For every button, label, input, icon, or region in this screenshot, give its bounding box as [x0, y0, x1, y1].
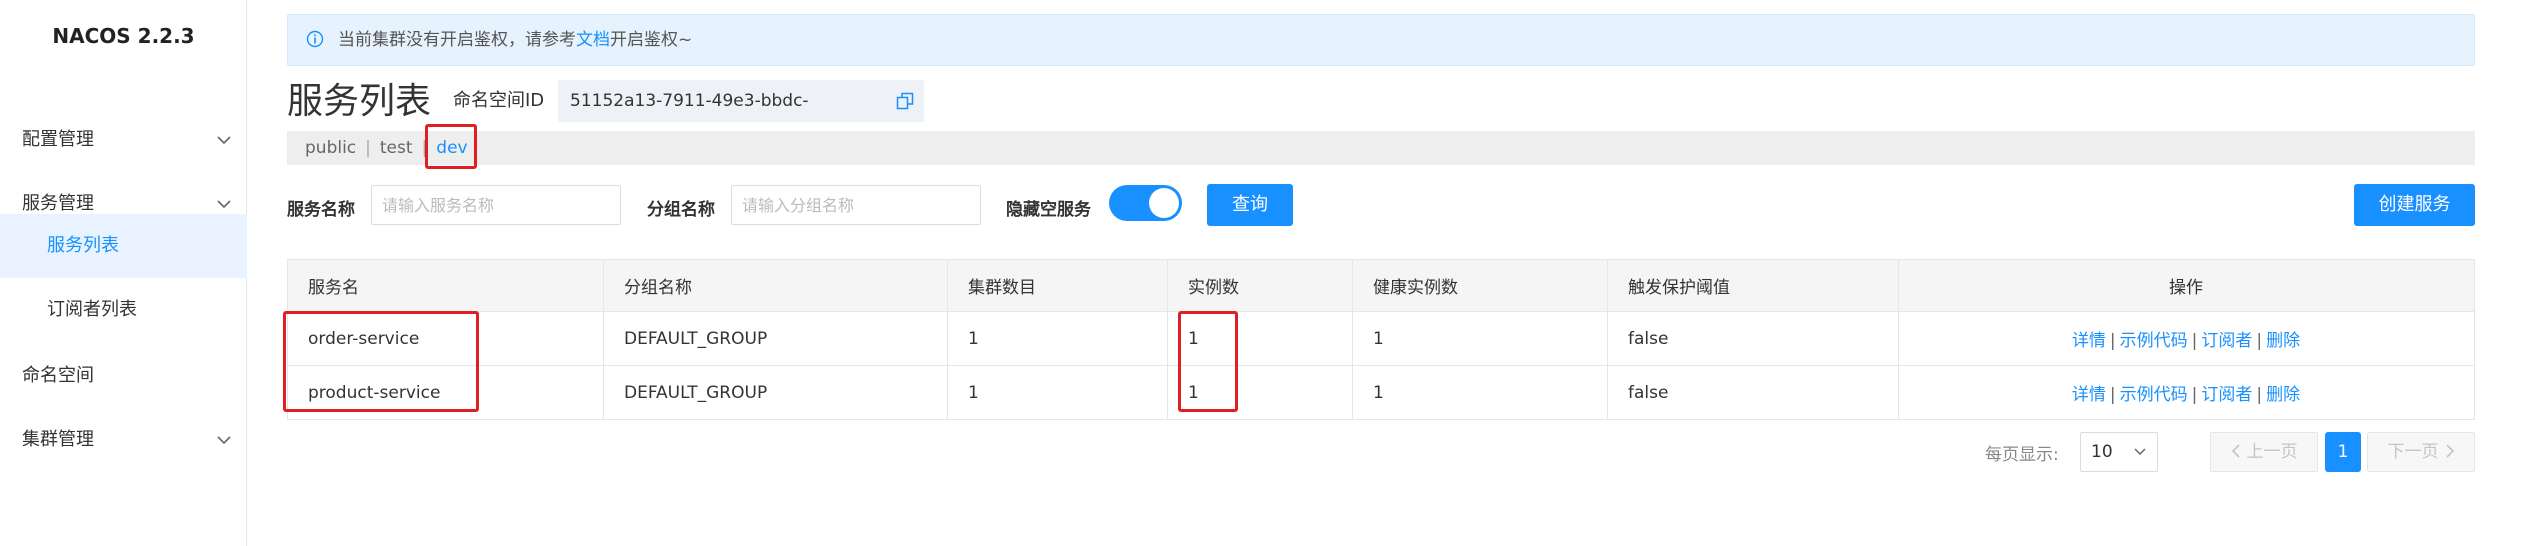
action-separator: |: [2109, 385, 2116, 405]
sidebar-item-service-list[interactable]: 服务列表: [0, 214, 247, 278]
cell-operations: 详情 | 示例代码 | 订阅者 | 删除: [1898, 365, 2475, 420]
next-page-button[interactable]: 下一页: [2367, 432, 2475, 472]
group-name-input[interactable]: [731, 185, 981, 225]
toggle-knob: [1149, 188, 1179, 218]
namespace-tab-public[interactable]: public: [305, 138, 356, 158]
action-separator: |: [2256, 331, 2263, 351]
sidebar: NACOS 2.2.3 配置管理 服务管理 服务列表 订阅者列表 命名空间 集群…: [0, 0, 247, 546]
sidebar-item-namespace[interactable]: 命名空间: [0, 344, 247, 408]
hide-empty-services-toggle[interactable]: [1109, 185, 1182, 221]
action-separator: |: [2109, 331, 2116, 351]
create-service-button[interactable]: 创建服务: [2354, 184, 2475, 226]
group-name-label: 分组名称: [647, 200, 715, 220]
sidebar-item-label: 配置管理: [22, 129, 94, 150]
subscribers-link[interactable]: 订阅者: [2201, 385, 2252, 405]
cell-cluster-count: 1: [947, 365, 1168, 420]
cell-protect-threshold: false: [1607, 365, 1899, 420]
notice-text: 当前集群没有开启鉴权，请参考: [338, 30, 576, 50]
sample-code-link[interactable]: 示例代码: [2120, 385, 2188, 405]
notice-text-end: 开启鉴权~: [610, 30, 693, 50]
action-separator: |: [2256, 385, 2263, 405]
service-table: 服务名 分组名称 集群数目 实例数 健康实例数 触发保护阈值 操作 order-…: [287, 259, 2475, 420]
action-separator: |: [2191, 385, 2198, 405]
service-name-label: 服务名称: [287, 200, 355, 220]
highlight-box-service-names: [283, 311, 479, 412]
namespace-id-label: 命名空间ID: [453, 90, 545, 111]
subscribers-link[interactable]: 订阅者: [2201, 331, 2252, 351]
namespace-separator: |: [365, 138, 371, 158]
cell-protect-threshold: false: [1607, 311, 1899, 366]
sample-code-link[interactable]: 示例代码: [2120, 331, 2188, 351]
col-header-protect-threshold: 触发保护阈值: [1607, 259, 1899, 312]
table-row: product-service DEFAULT_GROUP 1 1 1 fals…: [287, 365, 2475, 420]
chevron-down-icon: [217, 436, 231, 445]
details-link[interactable]: 详情: [2072, 385, 2106, 405]
chevron-right-icon: [2445, 444, 2454, 458]
cell-group-name: DEFAULT_GROUP: [603, 311, 948, 366]
chevron-left-icon: [2231, 444, 2240, 458]
cell-group-name: DEFAULT_GROUP: [603, 365, 948, 420]
page-size-select[interactable]: 10: [2080, 432, 2158, 472]
highlight-box-instance-counts: [1178, 311, 1238, 412]
cell-healthy-instances: 1: [1352, 365, 1608, 420]
copy-icon[interactable]: [896, 92, 914, 110]
delete-link[interactable]: 删除: [2266, 385, 2300, 405]
sidebar-item-cluster-management[interactable]: 集群管理: [0, 408, 247, 472]
sidebar-item-label: 命名空间: [22, 365, 94, 386]
delete-link[interactable]: 删除: [2266, 331, 2300, 351]
page-size-label: 每页显示:: [1985, 445, 2059, 465]
namespace-tab-test[interactable]: test: [380, 138, 413, 158]
app-logo: NACOS 2.2.3: [52, 24, 195, 48]
service-name-input[interactable]: [371, 185, 621, 225]
cell-operations: 详情 | 示例代码 | 订阅者 | 删除: [1898, 311, 2475, 366]
sidebar-item-label: 订阅者列表: [47, 299, 137, 320]
col-header-group-name: 分组名称: [603, 259, 948, 312]
col-header-instance-count: 实例数: [1167, 259, 1353, 312]
chevron-down-icon: [217, 136, 231, 145]
col-header-healthy-instances: 健康实例数: [1352, 259, 1608, 312]
next-page-label: 下一页: [2387, 442, 2439, 462]
query-button[interactable]: 查询: [1207, 184, 1293, 226]
sidebar-item-label: 服务管理: [22, 193, 94, 214]
sidebar-item-label: 服务列表: [47, 235, 119, 256]
page-button-current[interactable]: 1: [2325, 432, 2361, 472]
info-icon: [306, 30, 324, 48]
action-separator: |: [2191, 331, 2198, 351]
namespace-tabs: public | test | dev: [287, 131, 2475, 165]
cell-cluster-count: 1: [947, 311, 1168, 366]
highlight-box-namespace-dev: [425, 124, 477, 169]
col-header-operations: 操作: [1898, 259, 2475, 312]
page-size-value: 10: [2091, 442, 2113, 462]
col-header-service-name: 服务名: [287, 259, 604, 312]
auth-notice-banner: 当前集群没有开启鉴权，请参考文档开启鉴权~: [287, 14, 2475, 66]
chevron-down-icon: [2134, 448, 2146, 456]
sidebar-item-label: 集群管理: [22, 429, 94, 450]
sidebar-item-config-management[interactable]: 配置管理: [0, 108, 247, 172]
notice-docs-link[interactable]: 文档: [576, 30, 610, 50]
table-header-row: 服务名 分组名称 集群数目 实例数 健康实例数 触发保护阈值 操作: [287, 259, 2475, 312]
prev-page-button[interactable]: 上一页: [2210, 432, 2318, 472]
cell-healthy-instances: 1: [1352, 311, 1608, 366]
details-link[interactable]: 详情: [2072, 331, 2106, 351]
table-row: order-service DEFAULT_GROUP 1 1 1 false …: [287, 311, 2475, 366]
hide-empty-services-label: 隐藏空服务: [1006, 200, 1091, 220]
sidebar-item-subscriber-list[interactable]: 订阅者列表: [0, 278, 247, 342]
prev-page-label: 上一页: [2246, 442, 2298, 462]
namespace-id-box: 51152a13-7911-49e3-bbdc-16fd5670a257: [558, 80, 924, 153]
page-title: 服务列表: [287, 81, 432, 122]
col-header-cluster-count: 集群数目: [947, 259, 1168, 312]
